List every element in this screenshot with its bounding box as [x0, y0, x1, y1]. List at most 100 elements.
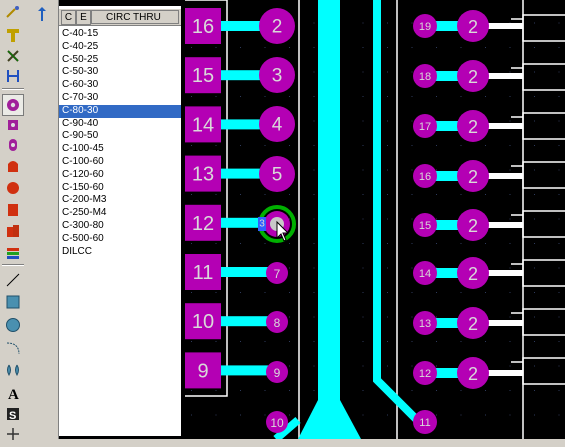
grid-dot: [313, 341, 315, 342]
grid-dot: [289, 47, 290, 48]
library-item[interactable]: C-90-50: [59, 130, 181, 143]
c-button[interactable]: C: [61, 10, 76, 25]
library-item[interactable]: C-120-60: [59, 169, 181, 182]
grid-dot: [558, 120, 560, 122]
round-pad-tool[interactable]: [2, 94, 24, 116]
pcb-canvas[interactable]: 16 15 14 13 12 11 10 9 2 3 4 5 3 7 8 9 10 2 19 2 18 2 17 2 16 2 15…: [181, 0, 565, 439]
library-item[interactable]: C-80-30: [59, 104, 181, 118]
library-item[interactable]: C-50-25: [59, 54, 181, 67]
component-icon: [5, 48, 21, 64]
grid-dot: [313, 96, 315, 97]
text-tool[interactable]: A: [3, 383, 23, 403]
grid-dot: [191, 194, 192, 195]
edge-pad-tool[interactable]: [3, 156, 23, 176]
grid-dot: [215, 194, 217, 195]
pad-lead: [487, 23, 523, 29]
bus-tee-tool[interactable]: [3, 25, 23, 45]
library-item[interactable]: C-90-40: [59, 118, 181, 131]
junction-tool[interactable]: [3, 66, 23, 86]
grid-dot: [534, 47, 535, 48]
svg-text:A: A: [8, 387, 19, 401]
library-item[interactable]: C-500-60: [59, 233, 181, 246]
marker-tool[interactable]: [3, 424, 23, 444]
pad-label: 14: [192, 114, 214, 136]
grid-dot: [411, 390, 413, 391]
library-title[interactable]: CIRC THRU: [91, 10, 179, 24]
library-item[interactable]: C-300-80: [59, 220, 181, 233]
circle-pad-icon: [5, 180, 21, 196]
library-item[interactable]: C-200-M3: [59, 194, 181, 207]
layer-stack-tool[interactable]: [3, 243, 23, 263]
grid-dot: [534, 218, 535, 220]
grid-dot: [460, 292, 462, 293]
pad-lead: [487, 320, 523, 326]
bga-pad-icon: [5, 223, 21, 239]
grid-dot: [509, 243, 511, 244]
grid-dot: [436, 169, 437, 171]
e-button[interactable]: E: [76, 10, 91, 25]
grid-dot: [264, 292, 266, 293]
component-tool[interactable]: [3, 46, 23, 66]
pad-label: 2: [272, 17, 283, 38]
grid-dot: [191, 145, 192, 146]
grid-dot: [411, 22, 413, 24]
grid-dot: [411, 218, 413, 220]
arc-tool[interactable]: [3, 338, 23, 358]
grid-dot: [411, 316, 413, 318]
grid-dot: [289, 365, 290, 367]
library-item[interactable]: DILCC: [59, 246, 181, 259]
grid-dot: [436, 316, 437, 318]
grid-dot: [215, 390, 217, 391]
square-pad-tool[interactable]: [3, 115, 23, 135]
grid-dot: [558, 414, 560, 416]
pad-label: 2: [468, 17, 478, 37]
library-item[interactable]: C-250-M4: [59, 207, 181, 220]
grid-dot: [289, 316, 290, 318]
dil-pad-tool[interactable]: [3, 135, 23, 155]
wire-tool[interactable]: [3, 3, 23, 23]
library-item[interactable]: C-100-45: [59, 143, 181, 156]
symbol-tool[interactable]: S: [3, 404, 23, 424]
grid-dot: [289, 218, 290, 220]
path-tool[interactable]: [3, 360, 23, 380]
library-item[interactable]: C-100-60: [59, 156, 181, 169]
library-item[interactable]: C-70-30: [59, 92, 181, 105]
library-item[interactable]: C-50-30: [59, 66, 181, 79]
grid-dot: [436, 365, 437, 367]
circle-tool[interactable]: [3, 315, 23, 335]
box-tool[interactable]: [3, 292, 23, 312]
grid-dot: [313, 243, 315, 244]
line-tool[interactable]: [3, 270, 23, 290]
grid-dot: [387, 414, 388, 416]
grid-dot: [558, 341, 560, 342]
grid-dot: [436, 390, 437, 391]
grid-dot: [460, 194, 462, 195]
grid-dot: [191, 341, 192, 342]
rect-pad-tool[interactable]: [3, 200, 23, 220]
grid-dot: [289, 96, 290, 97]
arc-icon: [5, 340, 21, 356]
library-item[interactable]: C-60-30: [59, 79, 181, 92]
grid-dot: [509, 414, 511, 416]
grid-dot: [387, 292, 388, 293]
library-header: C E CIRC THRU: [59, 9, 181, 26]
grid-dot: [240, 292, 241, 293]
library-item[interactable]: C-150-60: [59, 182, 181, 195]
grid-dot: [191, 47, 192, 48]
grid-dot: [534, 22, 535, 24]
grid-dot: [362, 341, 364, 342]
pad-label: 16: [419, 171, 431, 183]
grid-dot: [558, 71, 560, 73]
library-item[interactable]: C-40-15: [59, 28, 181, 41]
circle-pad-tool[interactable]: [3, 178, 23, 198]
pad-label: 5: [272, 165, 283, 186]
grid-dot: [362, 194, 364, 195]
grid-dot: [411, 243, 413, 244]
pad-label: 2: [468, 264, 478, 284]
grid-dot: [313, 218, 315, 220]
rotate-arrows-icon[interactable]: [35, 6, 49, 22]
grid-dot: [558, 267, 560, 269]
grid-dot: [313, 390, 315, 391]
bga-pad-tool[interactable]: [3, 221, 23, 241]
library-item[interactable]: C-40-25: [59, 41, 181, 54]
